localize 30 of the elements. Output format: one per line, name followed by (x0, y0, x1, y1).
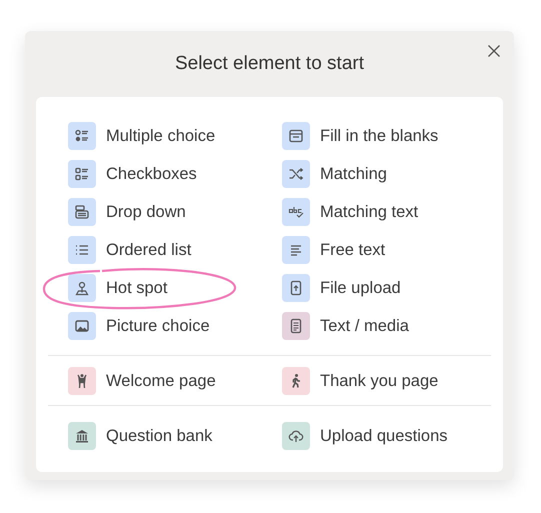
bank-icon (74, 428, 90, 444)
image-icon (74, 318, 90, 334)
element-option[interactable]: File upload (282, 269, 401, 307)
element-option[interactable]: Matching text (282, 193, 418, 231)
document-icon (288, 318, 304, 334)
dropdown-icon (74, 204, 90, 220)
spellcheck-icon (288, 204, 304, 220)
element-option[interactable]: Welcome page (68, 362, 216, 400)
element-option[interactable]: Free text (282, 231, 386, 269)
element-option[interactable]: Thank you page (282, 362, 438, 400)
shuffle-icon (288, 166, 304, 182)
element-option[interactable]: Question bank (68, 417, 212, 455)
file-upload-icon (288, 280, 304, 296)
element-option[interactable]: Matching (282, 155, 387, 193)
window-icon (288, 128, 304, 144)
element-option[interactable]: Upload questions (282, 417, 448, 455)
element-option[interactable]: Ordered list (68, 231, 192, 269)
cloud-upload-icon (288, 428, 304, 444)
checklist-icon (74, 166, 90, 182)
element-option[interactable]: Fill in the blanks (282, 117, 438, 155)
close-icon (487, 44, 501, 58)
element-option[interactable]: Multiple choice (68, 117, 216, 155)
element-option[interactable]: Picture choice (68, 307, 210, 345)
element-option[interactable]: Drop down (68, 193, 186, 231)
list-icon (74, 128, 90, 144)
dialog-title: Select element to start (174, 53, 364, 75)
element-option[interactable]: Text / media (282, 307, 409, 345)
map-pin-icon (74, 280, 90, 296)
element-option[interactable]: Checkboxes (68, 155, 197, 193)
element-option[interactable]: Hot spot (68, 269, 168, 307)
